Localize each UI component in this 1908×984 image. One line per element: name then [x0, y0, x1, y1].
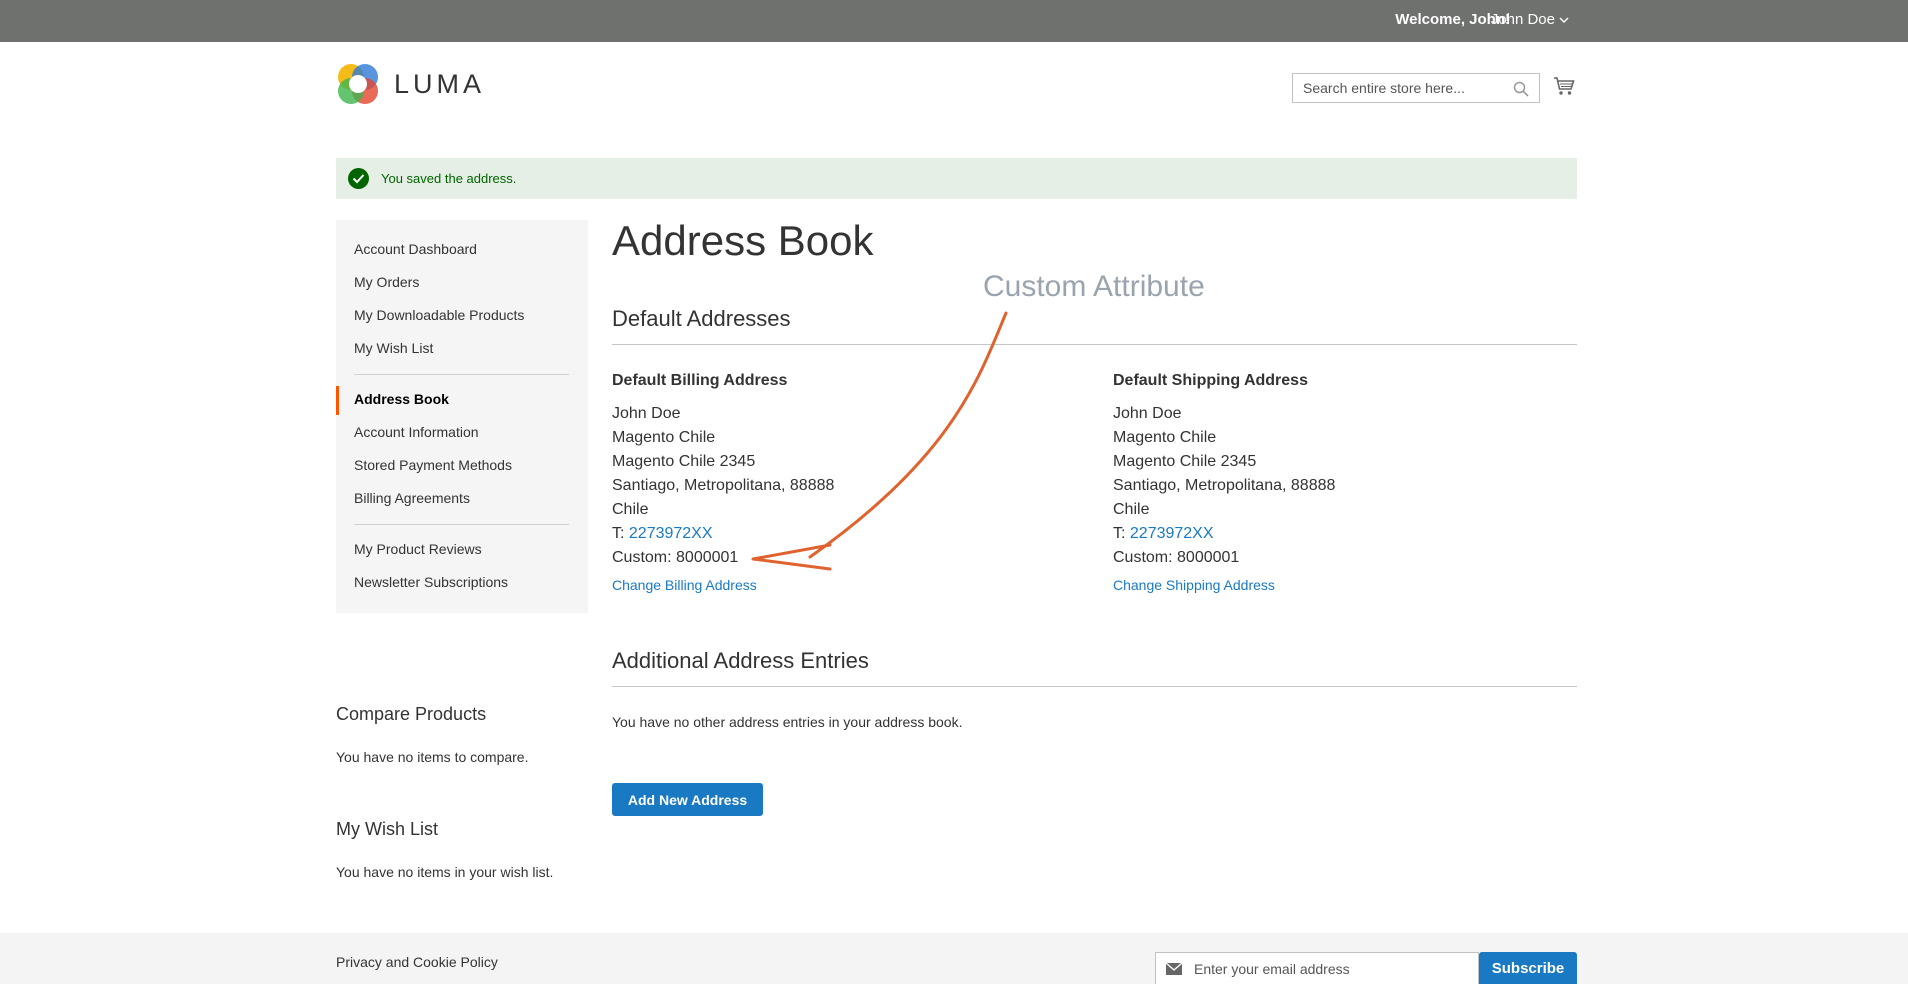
search-input[interactable] [1301, 79, 1505, 97]
logo-text: LUMA [394, 68, 486, 99]
nav-item-account-information[interactable]: Account Information [354, 424, 479, 440]
newsletter-email-input[interactable] [1192, 959, 1466, 978]
billing-address-heading: Default Billing Address [612, 372, 788, 389]
annotation-arrow-icon [751, 311, 1008, 571]
page-title: Address Book [612, 217, 874, 264]
shipping-street: Magento Chile 2345 [1113, 453, 1257, 470]
cart-icon [1554, 77, 1575, 95]
shipping-phone-link[interactable]: 2273972XX [1130, 525, 1214, 542]
minicart-button[interactable] [1553, 76, 1575, 101]
user-menu[interactable]: John Doe [1491, 11, 1569, 28]
shipping-country: Chile [1113, 501, 1150, 518]
wishlist-empty-text: You have no items in your wish list. [336, 864, 554, 880]
additional-addresses-title: Additional Address Entries [612, 648, 869, 673]
logo[interactable]: LUMA [336, 62, 485, 106]
shipping-address-heading: Default Shipping Address [1113, 372, 1308, 389]
shipping-city-region-zip: Santiago, Metropolitana, 88888 [1113, 477, 1336, 494]
shipping-phone: T: 2273972XX [1113, 525, 1214, 543]
user-name: John Doe [1490, 11, 1555, 28]
no-entries-text: You have no other address entries in you… [612, 714, 963, 730]
change-shipping-address-link[interactable]: Change Shipping Address [1113, 577, 1275, 593]
section-divider [612, 686, 1577, 687]
search-box [1292, 73, 1540, 103]
account-nav: Account Dashboard My Orders My Downloada… [336, 220, 588, 613]
billing-city-region-zip: Santiago, Metropolitana, 88888 [612, 477, 835, 494]
nav-item-newsletter-subscriptions[interactable]: Newsletter Subscriptions [354, 574, 508, 590]
newsletter-field [1155, 952, 1479, 984]
current-nav-marker [336, 386, 339, 415]
billing-name: John Doe [612, 405, 681, 422]
billing-phone-link[interactable]: 2273972XX [629, 525, 713, 542]
nav-item-stored-payment-methods[interactable]: Stored Payment Methods [354, 457, 512, 473]
nav-item-address-book[interactable]: Address Book [354, 391, 449, 407]
chevron-down-icon [1559, 16, 1569, 23]
nav-item-product-reviews[interactable]: My Product Reviews [354, 541, 482, 557]
billing-street: Magento Chile 2345 [612, 453, 756, 470]
compare-empty-text: You have no items to compare. [336, 749, 529, 765]
wishlist-title: My Wish List [336, 819, 439, 839]
add-new-address-button[interactable]: Add New Address [612, 783, 763, 816]
search-icon[interactable] [1513, 81, 1529, 97]
checkmark-icon [348, 168, 369, 189]
billing-custom-attribute: Custom: 8000001 [612, 549, 739, 566]
nav-item-billing-agreements[interactable]: Billing Agreements [354, 490, 470, 506]
nav-divider [354, 524, 569, 525]
billing-phone-prefix: T: [612, 525, 629, 542]
envelope-icon [1166, 962, 1182, 975]
change-billing-address-link[interactable]: Change Billing Address [612, 577, 757, 593]
shipping-name: John Doe [1113, 405, 1182, 422]
nav-item-downloadable-products[interactable]: My Downloadable Products [354, 307, 524, 323]
shipping-custom-attribute: Custom: 8000001 [1113, 549, 1240, 566]
subscribe-button[interactable]: Subscribe [1479, 952, 1577, 984]
shipping-phone-prefix: T: [1113, 525, 1130, 542]
nav-item-my-wish-list[interactable]: My Wish List [354, 340, 433, 356]
top-bar: Welcome, John! John Doe [0, 0, 1908, 42]
footer: Privacy and Cookie Policy Subscribe [0, 933, 1908, 984]
billing-country: Chile [612, 501, 649, 518]
success-message: You saved the address. [336, 158, 1577, 199]
compare-products-title: Compare Products [336, 704, 487, 724]
annotation-label: Custom Attribute [983, 270, 1205, 303]
nav-item-my-orders[interactable]: My Orders [354, 274, 419, 290]
billing-company: Magento Chile [612, 429, 716, 446]
privacy-policy-link[interactable]: Privacy and Cookie Policy [336, 954, 498, 970]
billing-phone: T: 2273972XX [612, 525, 713, 543]
nav-divider [354, 374, 569, 375]
luma-logo-icon [338, 64, 378, 104]
nav-item-account-dashboard[interactable]: Account Dashboard [354, 241, 477, 257]
success-message-text: You saved the address. [381, 171, 517, 186]
shipping-company: Magento Chile [1113, 429, 1217, 446]
